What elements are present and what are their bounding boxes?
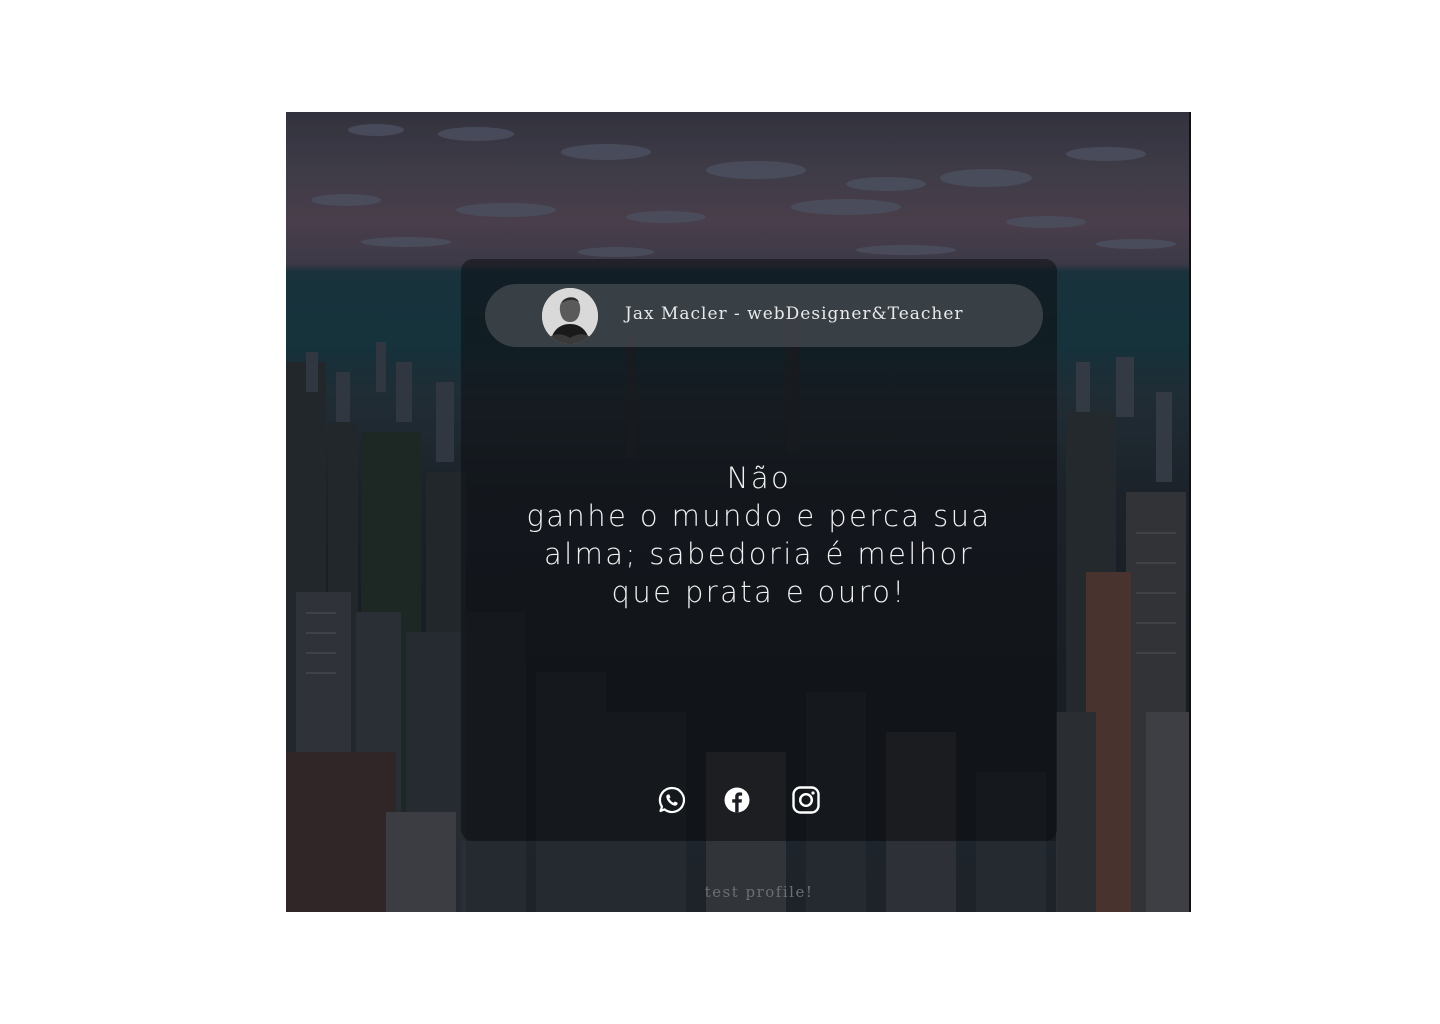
background-photo: Jax Macler - webDesigner&Teacher Não gan… <box>286 112 1191 912</box>
quote-line: que prata e ouro! <box>611 575 907 609</box>
footer-text: test profile! <box>704 883 814 901</box>
profile-header: Jax Macler - webDesigner&Teacher <box>485 284 1043 347</box>
quote-line: alma; sabedoria é melhor <box>544 537 974 571</box>
footer-bar: test profile! <box>461 841 1057 912</box>
profile-name: Jax Macler - webDesigner&Teacher <box>625 304 964 324</box>
quote-line: Não <box>726 461 792 495</box>
profile-card: Jax Macler - webDesigner&Teacher Não gan… <box>461 259 1057 841</box>
edge-divider <box>1189 112 1191 912</box>
quote-text: Não ganhe o mundo e perca sua alma; sabe… <box>461 459 1057 611</box>
quote-line: ganhe o mundo e perca sua <box>526 499 992 533</box>
social-links <box>461 785 1057 815</box>
facebook-icon[interactable] <box>722 785 752 815</box>
whatsapp-icon[interactable] <box>657 785 687 815</box>
instagram-icon[interactable] <box>791 785 821 815</box>
avatar <box>542 288 598 344</box>
avatar-photo <box>542 288 598 344</box>
